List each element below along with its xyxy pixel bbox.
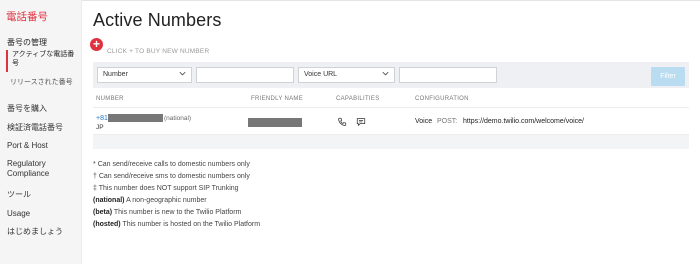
sidebar-subnav: アクティブな電話番号 bbox=[6, 50, 78, 72]
table-footer bbox=[93, 135, 689, 149]
filter-field-select[interactable]: Number bbox=[97, 67, 192, 83]
note-hosted: (hosted) This number is hosted on the Tw… bbox=[93, 221, 261, 228]
sidebar-item-port-host[interactable]: Port & Host bbox=[7, 141, 48, 151]
sidebar-item-active-numbers[interactable]: アクティブな電話番号 bbox=[12, 50, 78, 72]
note-domestic-sms: † Can send/receive sms to domestic numbe… bbox=[93, 173, 250, 180]
sidebar-section-manage[interactable]: 番号の管理 bbox=[7, 37, 47, 48]
page-title: Active Numbers bbox=[93, 10, 222, 30]
filter-bar: Number Voice URL Filter bbox=[93, 62, 689, 88]
config-url: https://demo.twilio.com/welcome/voice/ bbox=[463, 118, 584, 125]
filter-button[interactable]: Filter bbox=[651, 67, 685, 86]
sidebar-item-verified-ids[interactable]: 検証済電話番号 bbox=[7, 123, 63, 133]
sidebar-item-get-started[interactable]: はじめましょう bbox=[7, 227, 63, 237]
main-content: Active Numbers + CLICK + TO BUY NEW NUMB… bbox=[82, 0, 700, 264]
chevron-down-icon bbox=[382, 71, 389, 76]
redacted-number bbox=[108, 114, 163, 122]
number-type-tag: (national) bbox=[164, 115, 192, 122]
filter-field-select-value: Number bbox=[103, 71, 128, 78]
phone-number-link[interactable]: +81 bbox=[96, 115, 108, 122]
config-method: POST: bbox=[437, 118, 458, 125]
redacted-friendly-name bbox=[248, 118, 302, 127]
sidebar-item-buy-number[interactable]: 番号を購入 bbox=[7, 104, 47, 114]
chevron-down-icon bbox=[179, 71, 186, 76]
filter-number-input[interactable] bbox=[196, 67, 294, 83]
sidebar-item-regulatory-compliance[interactable]: Regulatory Compliance bbox=[7, 159, 67, 179]
add-number-button[interactable]: + bbox=[90, 38, 103, 51]
number-country: JP bbox=[96, 124, 104, 131]
sidebar-title[interactable]: 電話番号 bbox=[6, 9, 48, 24]
filter-url-input[interactable] bbox=[399, 67, 497, 83]
note-domestic-calls: * Can send/receive calls to domestic num… bbox=[93, 161, 250, 168]
filter-url-select[interactable]: Voice URL bbox=[298, 67, 395, 83]
filter-url-select-value: Voice URL bbox=[304, 71, 338, 78]
note-national: (national) A non-geographic number bbox=[93, 197, 207, 204]
buy-number-hint: CLICK + TO BUY NEW NUMBER bbox=[107, 48, 210, 55]
sms-icon bbox=[356, 118, 366, 127]
sidebar-item-usage[interactable]: Usage bbox=[7, 209, 30, 219]
note-sip-trunking: ‡ This number does NOT support SIP Trunk… bbox=[93, 185, 239, 192]
table-row[interactable]: +81 (national) JP Voice POST: https://de… bbox=[93, 107, 689, 135]
sidebar-item-released-numbers[interactable]: リリースされた番号 bbox=[10, 77, 73, 87]
sidebar-item-tools[interactable]: ツール bbox=[7, 190, 31, 200]
column-header-configuration: CONFIGURATION bbox=[415, 96, 469, 102]
top-divider bbox=[82, 0, 700, 1]
sidebar: 電話番号 番号の管理 アクティブな電話番号 リリースされた番号 番号を購入 検証… bbox=[0, 0, 82, 264]
phone-icon bbox=[338, 117, 347, 126]
column-header-capabilities: CAPABILITIES bbox=[336, 96, 380, 102]
note-beta: (beta) This number is new to the Twilio … bbox=[93, 209, 242, 216]
column-header-number: NUMBER bbox=[96, 96, 124, 102]
config-type: Voice bbox=[415, 118, 433, 125]
column-header-friendly-name: FRIENDLY NAME bbox=[251, 96, 304, 102]
